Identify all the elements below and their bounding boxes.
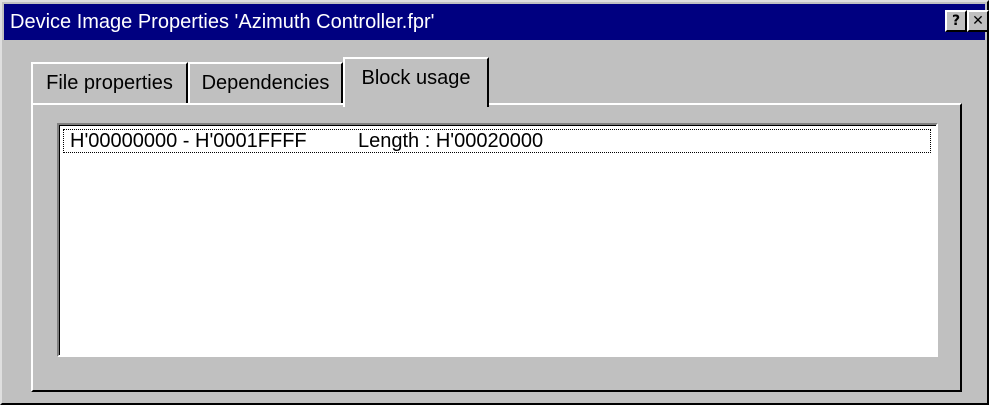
close-button[interactable]: ✕ [967,10,989,32]
help-button[interactable]: ? [945,10,967,32]
window-title: Device Image Properties 'Azimuth Control… [10,11,435,33]
tab-label: Block usage [361,67,471,89]
tab-file-properties[interactable]: File properties [31,62,188,104]
address-range: H'00000000 - H'0001FFFF [70,130,307,152]
tab-label: Dependencies [201,72,330,94]
title-bar[interactable]: Device Image Properties 'Azimuth Control… [4,4,989,40]
tab-label: File properties [46,72,173,94]
block-length: Length : H'00020000 [358,130,544,152]
list-item[interactable]: H'00000000 - H'0001FFFF Length : H'00020… [63,129,931,153]
tab-block-usage[interactable]: Block usage [343,57,489,107]
tab-dependencies[interactable]: Dependencies [188,62,343,104]
properties-dialog: Device Image Properties 'Azimuth Control… [0,0,989,405]
tab-panel-block-usage: H'00000000 - H'0001FFFF Length : H'00020… [31,103,962,392]
list-frame: H'00000000 - H'0001FFFF Length : H'00020… [59,125,936,355]
block-usage-list[interactable]: H'00000000 - H'0001FFFF Length : H'00020… [57,123,938,357]
